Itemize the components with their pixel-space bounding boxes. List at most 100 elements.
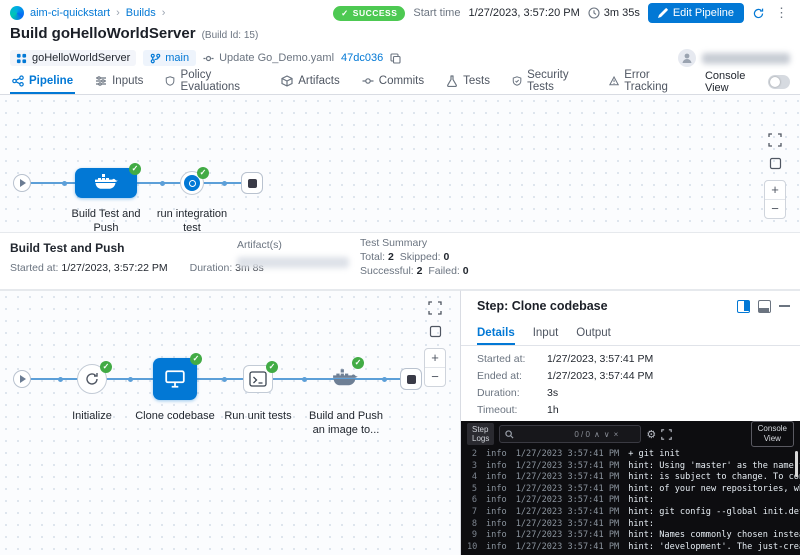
console-view-control: Console View bbox=[705, 69, 790, 94]
test-summary: Test Summary Total: 2 Skipped: 0 Success… bbox=[360, 237, 469, 277]
top-bar: aim-ci-quickstart › Builds › ✓ SUCCESS S… bbox=[0, 0, 800, 26]
step-detail-fields: Started at:1/27/2023, 3:57:41 PM Ended a… bbox=[477, 353, 790, 421]
repo-tag[interactable]: goHelloWorldServer bbox=[10, 50, 136, 66]
breadcrumb-project[interactable]: aim-ci-quickstart bbox=[30, 7, 110, 19]
step-node-initialize[interactable]: ✓ bbox=[77, 364, 107, 394]
policy-icon bbox=[165, 75, 175, 87]
start-time-value: 1/27/2023, 3:57:20 PM bbox=[468, 7, 579, 19]
title-row: Build goHelloWorldServer (Build Id: 15) bbox=[10, 25, 258, 42]
log-search-input[interactable] bbox=[518, 429, 570, 439]
step-node-clone-codebase[interactable]: ✓ bbox=[153, 358, 197, 400]
connector-dot bbox=[58, 377, 63, 382]
search-close-icon[interactable]: × bbox=[614, 430, 619, 439]
search-prev-icon[interactable]: ∧ bbox=[594, 430, 600, 439]
log-line: 2info1/27/2023 3:57:41 PM+ git init bbox=[467, 449, 800, 461]
tab-security-tests[interactable]: Security Tests bbox=[510, 69, 589, 94]
refresh-button[interactable] bbox=[752, 7, 765, 20]
log-line: 7info1/27/2023 3:57:41 PMhint: git confi… bbox=[467, 507, 800, 519]
breadcrumb-chevron-icon: › bbox=[162, 7, 166, 19]
stop-icon bbox=[407, 375, 416, 384]
avatar[interactable] bbox=[678, 49, 696, 67]
tab-commits[interactable]: Commits bbox=[360, 69, 426, 94]
log-line: 3info1/27/2023 3:57:41 PMhint: Using 'ma… bbox=[467, 461, 800, 473]
tab-policy-evaluations[interactable]: Policy Evaluations bbox=[163, 69, 261, 94]
edit-pipeline-button[interactable]: Edit Pipeline bbox=[648, 3, 744, 23]
tab-pipeline[interactable]: Pipeline bbox=[10, 69, 75, 94]
commit-hash-link[interactable]: 47dc036 bbox=[341, 52, 383, 64]
connector-dot bbox=[302, 377, 307, 382]
step-label[interactable]: Clone codebase bbox=[133, 409, 217, 423]
fit-view-icon[interactable] bbox=[769, 157, 782, 170]
pipeline-start-node[interactable] bbox=[13, 174, 31, 192]
console-view-toggle[interactable] bbox=[768, 75, 790, 89]
stage-node-run-integration-test[interactable]: ✓ bbox=[180, 171, 204, 195]
minimize-icon[interactable] bbox=[779, 305, 790, 307]
step-node-build-and-push-image[interactable]: ✓ bbox=[330, 367, 360, 391]
pencil-icon bbox=[658, 8, 668, 18]
search-next-icon[interactable]: ∨ bbox=[604, 430, 610, 439]
integration-step-icon bbox=[184, 175, 200, 191]
fullscreen-icon[interactable] bbox=[428, 301, 442, 315]
fullscreen-icon[interactable] bbox=[768, 133, 782, 147]
branch-name: main bbox=[165, 52, 189, 64]
zoom-in-button[interactable]: + bbox=[425, 349, 445, 368]
elapsed-time: 3m 35s bbox=[588, 7, 640, 19]
stage-node-build-test-and-push[interactable]: ✓ bbox=[75, 168, 137, 198]
step-label[interactable]: Run unit tests bbox=[218, 409, 298, 423]
branch-pill[interactable]: main bbox=[143, 50, 196, 66]
commit-message: Update Go_Demo.yaml bbox=[203, 52, 334, 64]
step-node-run-unit-tests[interactable]: ✓ bbox=[243, 365, 273, 393]
success-check-icon: ✓ bbox=[352, 357, 364, 369]
more-options-button[interactable]: ⋮ bbox=[773, 5, 790, 21]
codebase-monitor-icon bbox=[164, 369, 186, 389]
log-settings-gear-icon[interactable]: ⚙ bbox=[646, 428, 656, 441]
connector-dot bbox=[128, 377, 133, 382]
zoom-out-button[interactable]: − bbox=[765, 200, 785, 218]
tab-output[interactable]: Output bbox=[576, 323, 611, 345]
breadcrumb-builds[interactable]: Builds bbox=[126, 7, 156, 19]
bottom-view-icon[interactable] bbox=[758, 300, 771, 313]
status-badge: ✓ SUCCESS bbox=[333, 6, 405, 21]
tab-input[interactable]: Input bbox=[533, 323, 559, 345]
page-title: Build goHelloWorldServer bbox=[10, 25, 196, 42]
tab-artifacts[interactable]: Artifacts bbox=[279, 69, 342, 94]
step-label[interactable]: Build and Push an image to... bbox=[305, 409, 387, 438]
tab-tests[interactable]: Tests bbox=[444, 69, 492, 94]
stage-summary-bar: Build Test and Push Started at: 1/27/202… bbox=[0, 232, 800, 290]
error-tracking-icon bbox=[609, 75, 619, 87]
step-graph-start-node[interactable] bbox=[13, 370, 31, 388]
zoom-out-button[interactable]: − bbox=[425, 368, 445, 386]
app: aim-ci-quickstart › Builds › ✓ SUCCESS S… bbox=[0, 0, 800, 555]
log-line: 6info1/27/2023 3:57:41 PMhint: bbox=[467, 495, 800, 507]
copy-icon[interactable] bbox=[390, 53, 401, 64]
grid-icon bbox=[16, 53, 27, 64]
split-view-icon[interactable] bbox=[737, 300, 750, 313]
fit-view-icon[interactable] bbox=[429, 325, 442, 338]
log-line: 9info1/27/2023 3:57:41 PMhint: Names com… bbox=[467, 530, 800, 542]
tests-flask-icon bbox=[446, 75, 458, 87]
tab-inputs[interactable]: Inputs bbox=[93, 69, 145, 94]
artifact-link-redacted[interactable] bbox=[237, 257, 349, 268]
step-graph-controls: + − bbox=[424, 301, 446, 387]
step-graph-end-node bbox=[400, 368, 422, 390]
repo-name: goHelloWorldServer bbox=[32, 52, 130, 64]
success-check-icon: ✓ bbox=[190, 353, 202, 365]
console-view-button[interactable]: Console View bbox=[751, 421, 794, 446]
log-search-box: 0 / 0 ∧ ∨ × bbox=[499, 425, 641, 443]
breadcrumb-chevron-icon: › bbox=[116, 7, 120, 19]
step-panel-title: Step: Clone codebase bbox=[477, 299, 608, 313]
zoom-in-button[interactable]: + bbox=[765, 181, 785, 200]
log-fullscreen-icon[interactable] bbox=[661, 429, 672, 440]
elapsed-value: 3m 35s bbox=[604, 7, 640, 19]
connector-dot bbox=[222, 377, 227, 382]
tab-error-tracking[interactable]: Error Tracking bbox=[607, 69, 687, 94]
stop-icon bbox=[248, 179, 257, 188]
success-check-icon: ✓ bbox=[100, 361, 112, 373]
git-branch-icon bbox=[150, 53, 161, 64]
step-graph: ✓ ✓ ✓ ✓ Initialize Clone codebase Run un… bbox=[0, 290, 461, 555]
tab-details[interactable]: Details bbox=[477, 323, 515, 345]
log-scrollbar[interactable] bbox=[795, 451, 798, 477]
docker-whale-icon bbox=[94, 174, 118, 192]
security-shield-icon bbox=[512, 75, 522, 87]
step-label[interactable]: Initialize bbox=[57, 409, 127, 423]
